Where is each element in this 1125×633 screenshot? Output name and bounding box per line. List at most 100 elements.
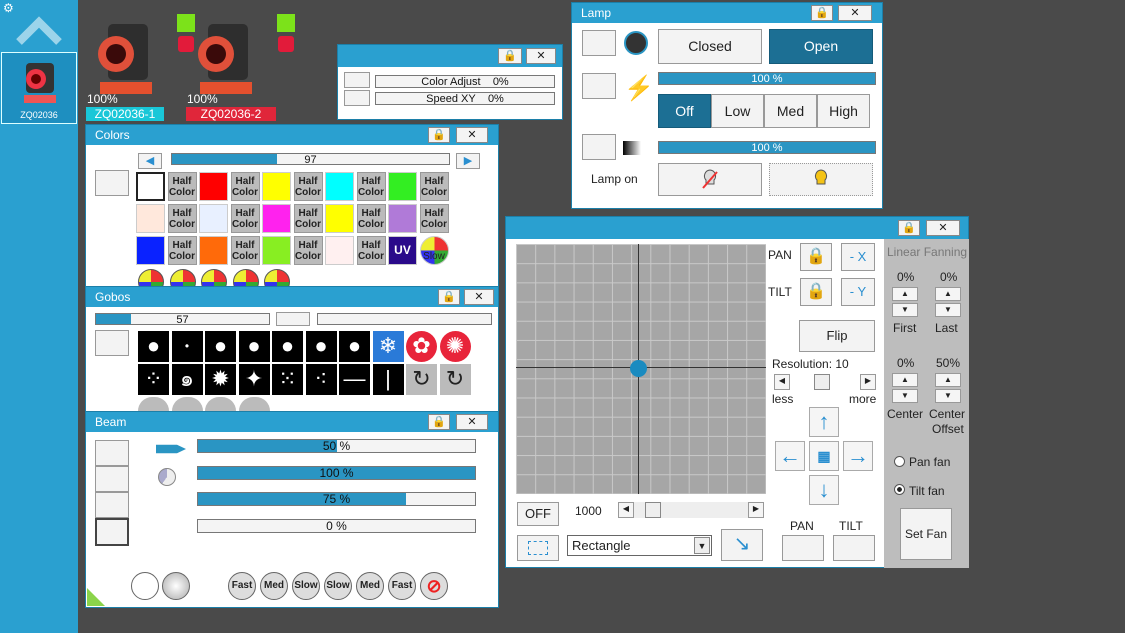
center-button[interactable]: ▦ [809,441,839,471]
speed-thumb[interactable] [645,502,661,518]
offset-up-button[interactable]: ▲ [935,373,961,387]
gobo-vline-button[interactable]: | [372,364,404,395]
lamp-off-button[interactable] [658,163,762,196]
color-swatch[interactable] [199,172,228,201]
gobo-snowflake-button[interactable]: ❄ [372,331,404,362]
dimmer-bar[interactable]: 100 % [658,141,876,154]
half-color-button[interactable]: Half Color [419,204,449,233]
speed-xy-button[interactable] [344,90,370,106]
color-swatch[interactable] [325,172,354,201]
gobo-dot-button[interactable]: ● [305,331,337,362]
speed-slow-button[interactable]: Slow [292,572,320,600]
beam-button-3[interactable] [95,492,129,518]
beam-button-4[interactable] [95,518,129,546]
lock-button[interactable]: 🔒 [811,5,833,21]
beam-bar[interactable]: 0 % [197,518,476,533]
close-button[interactable]: ✕ [464,289,494,305]
swap-direction-button[interactable]: ↘ [721,529,763,561]
first-up-button[interactable]: ▲ [892,287,918,301]
colors-slider[interactable]: 97 [171,153,450,165]
resize-corner-icon[interactable] [87,588,105,606]
beam-bar[interactable]: 50 % [197,439,476,453]
lock-button[interactable]: 🔒 [428,414,450,430]
speed-xy-bar[interactable]: Speed XY 0% [375,92,555,105]
fixture-tile[interactable]: ZQ02036 [1,52,77,124]
resolution-right-button[interactable]: ▶ [860,374,876,390]
xy-pad[interactable] [516,244,766,494]
lamp-on-button[interactable] [769,163,873,196]
right-arrow-button[interactable]: → [843,441,873,471]
beam-button-2[interactable] [95,466,129,492]
xy-pad-cursor[interactable] [630,360,647,377]
neg-x-button[interactable]: - X [841,243,875,271]
gobo-red-flower-button[interactable]: ✺ [439,331,471,362]
center-up-button[interactable]: ▲ [892,373,918,387]
color-swatch[interactable] [262,204,291,233]
tilt-bottom-button[interactable] [833,535,875,561]
beam-bar[interactable]: 75 % [197,492,476,506]
gobo-scatter-button[interactable]: ⁙ [272,364,303,395]
speed-med-button[interactable]: Med [356,572,384,600]
color-swatch[interactable] [199,236,228,265]
half-color-button[interactable]: Half Color [293,236,323,265]
color-swatch[interactable] [325,204,354,233]
resolution-left-button[interactable]: ◀ [774,374,790,390]
speed-fast-button[interactable]: Fast [228,572,256,600]
level-low-button[interactable]: Low [711,94,764,128]
color-swatch[interactable] [136,236,165,265]
down-arrow-button[interactable]: ↓ [809,475,839,505]
neg-y-button[interactable]: - Y [841,278,875,306]
open-button[interactable]: Open [769,29,873,64]
gobo-swirl-button[interactable]: ๑ [171,364,203,395]
color-swatch[interactable] [325,236,354,265]
color-adjust-button[interactable] [344,72,370,88]
gobo-scatter2-button[interactable]: ⁖ [305,364,337,395]
off-button[interactable]: OFF [517,502,559,526]
tilt-lock-button[interactable]: 🔒 [800,278,832,306]
resolution-thumb[interactable] [814,374,830,390]
color-adjust-bar[interactable]: Color Adjust 0% [375,75,555,88]
tilt-fan-radio[interactable] [894,484,905,495]
close-button[interactable]: ✕ [456,414,488,430]
center-down-button[interactable]: ▼ [892,389,918,403]
pan-lock-button[interactable]: 🔒 [800,243,832,271]
level-off-button[interactable]: Off [658,94,711,128]
half-color-button[interactable]: Half Color [356,236,386,265]
level-high-button[interactable]: High [817,94,870,128]
gobo-extra-button[interactable] [276,312,310,326]
gobo-rotate2-button[interactable]: ↻ [439,364,471,395]
half-color-button[interactable]: Half Color [167,236,197,265]
left-arrow-button[interactable]: ← [775,441,805,471]
half-color-button[interactable]: Half Color [167,204,197,233]
no-rotation-button[interactable]: ⊘ [420,572,448,600]
speed-right-button[interactable]: ▶ [748,502,764,518]
fixture-2[interactable]: 100% ZQ02036-2 [186,14,295,122]
speed-slow-button[interactable]: Slow [324,572,352,600]
open-beam-button[interactable] [131,572,159,600]
shape-select-button[interactable] [517,535,559,561]
lock-button[interactable]: 🔒 [438,289,460,305]
close-button[interactable]: ✕ [526,48,556,64]
gobo-small-dot-button[interactable]: • [171,331,203,362]
gobo-star-button[interactable]: ✦ [238,364,270,395]
half-color-button[interactable]: Half Color [356,172,386,201]
gobo-dots-pattern-button[interactable]: ⁘ [138,364,169,395]
gobo-dot-button[interactable]: ● [272,331,303,362]
half-color-button[interactable]: Half Color [356,204,386,233]
color-swatch[interactable] [136,204,165,233]
up-arrow-button[interactable]: ↑ [809,407,839,437]
shape-dropdown[interactable]: Rectangle ▼ [567,535,712,556]
level-med-button[interactable]: Med [764,94,817,128]
gobo-rotate-bar[interactable] [317,313,492,325]
prev-arrow-button[interactable]: ◀ [138,153,162,169]
fixture-1[interactable]: 100% ZQ02036-1 [86,14,195,122]
half-color-button[interactable]: Half Color [419,172,449,201]
gobo-rotate-button[interactable]: ↻ [406,364,437,395]
gobo-medium-dot-button[interactable]: ● [238,331,270,362]
color-swatch[interactable] [388,172,417,201]
last-up-button[interactable]: ▲ [935,287,961,301]
half-color-button[interactable]: Half Color [230,204,260,233]
strobe-bar[interactable]: 100 % [658,72,876,85]
color-swatch[interactable] [262,172,291,201]
first-down-button[interactable]: ▼ [892,303,918,317]
